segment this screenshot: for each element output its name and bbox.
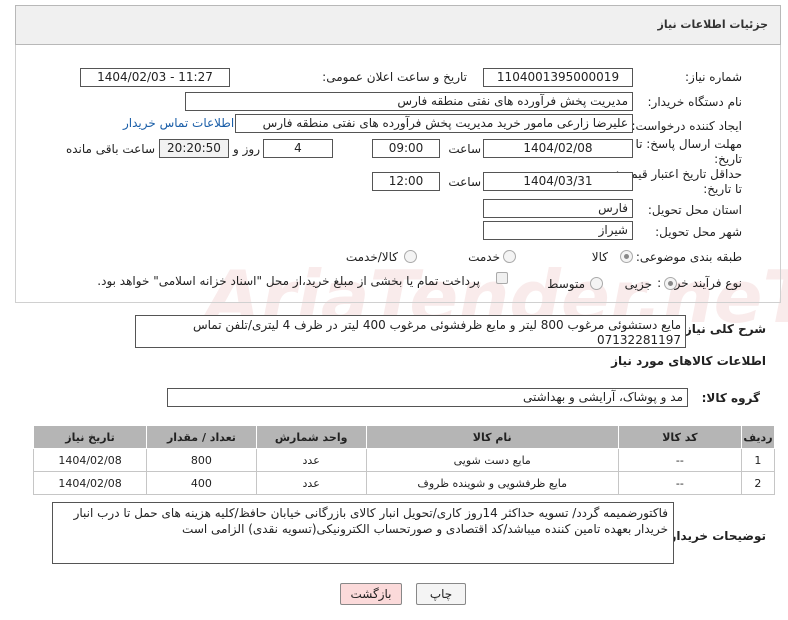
cell-qty: 400	[146, 471, 257, 495]
category-option-service: خدمت	[468, 250, 500, 264]
col-qty: تعداد / مقدار	[146, 425, 257, 449]
col-unit: واحد شمارش	[255, 425, 367, 449]
treasury-checkbox[interactable]	[496, 272, 508, 284]
days-label: روز و	[233, 142, 260, 156]
category-option-goods: کالا	[591, 250, 608, 264]
col-row: ردیف	[740, 425, 776, 449]
cell-date: 1404/02/08	[32, 471, 148, 495]
cell-code: --	[617, 448, 742, 472]
description-label: شرح کلی نیاز:	[680, 322, 766, 336]
category-radio-service[interactable]	[503, 250, 516, 263]
validity-time-field[interactable]: 12:00	[372, 172, 440, 191]
creator-field[interactable]: علیرضا زارعی مامور خرید مدیریت پخش فرآور…	[235, 114, 633, 133]
category-radio-goods-service[interactable]	[404, 250, 417, 263]
goods-group-field[interactable]: مد و پوشاک، آرایشی و بهداشتی	[167, 388, 688, 407]
goods-table: ردیف کد کالا نام کالا واحد شمارش تعداد /…	[32, 425, 776, 495]
cell-name: مایع دست شویی	[365, 448, 619, 472]
city-label: شهر محل تحویل:	[655, 225, 742, 239]
cell-code: --	[617, 471, 742, 495]
deadline-label: مهلت ارسال پاسخ: تا تاریخ:	[635, 137, 742, 166]
process-radio-minor[interactable]	[664, 277, 677, 290]
buyer-org-label: نام دستگاه خریدار:	[647, 95, 743, 109]
validity-time-label: ساعت	[448, 175, 481, 189]
col-date: تاریخ نیاز	[32, 425, 148, 449]
process-option-minor: جزیی	[624, 277, 652, 291]
buyer-notes-label: توضیحات خریدار:	[664, 529, 766, 543]
city-field[interactable]: شیراز	[483, 221, 633, 240]
buyer-org-field[interactable]: مدیریت پخش فرآورده های نفتی منطقه فارس	[185, 92, 633, 111]
process-option-medium: متوسط	[547, 277, 585, 291]
payment-note: پرداخت تمام یا بخشی از مبلغ خرید،از محل …	[97, 274, 480, 288]
col-name: نام کالا	[365, 425, 619, 449]
remaining-time-field[interactable]: 20:20:50	[159, 139, 229, 158]
need-number-field[interactable]: 1104001395000019	[483, 68, 633, 87]
table-row: 2 -- مایع ظرفشویی و شوینده ظروف عدد 400 …	[32, 471, 776, 495]
need-number-label: شماره نیاز:	[685, 70, 742, 84]
cell-row: 1	[740, 448, 776, 472]
announce-field[interactable]: 1404/02/03 - 11:27	[80, 68, 230, 87]
process-radio-medium[interactable]	[590, 277, 603, 290]
validity-date-field[interactable]: 1404/03/31	[483, 172, 633, 191]
province-label: استان محل تحویل:	[647, 203, 742, 217]
table-row: 1 -- مایع دست شویی عدد 800 1404/02/08	[32, 448, 776, 472]
cell-date: 1404/02/08	[32, 448, 148, 472]
deadline-time-field[interactable]: 09:00	[372, 139, 440, 158]
details-header: جزئیات اطلاعات نیاز	[15, 5, 781, 45]
creator-label: ایجاد کننده درخواست:	[631, 119, 742, 133]
category-label: طبقه بندی موضوعی:	[635, 250, 742, 264]
col-code: کد کالا	[617, 425, 742, 449]
announce-label: تاریخ و ساعت اعلان عمومی:	[322, 70, 467, 84]
print-button[interactable]: چاپ	[416, 583, 466, 605]
deadline-date-field[interactable]: 1404/02/08	[483, 139, 633, 158]
cell-row: 2	[740, 471, 776, 495]
cell-name: مایع ظرفشویی و شوینده ظروف	[365, 471, 619, 495]
description-textarea[interactable]: مایع دستشوئی مرغوب 800 لیتر و مایع ظرفشو…	[135, 315, 686, 348]
cell-unit: عدد	[255, 471, 367, 495]
goods-section-title: اطلاعات کالاهای مورد نیاز	[611, 354, 766, 368]
buyer-contact-link[interactable]: اطلاعات تماس خریدار	[123, 116, 234, 130]
goods-group-label: گروه کالا:	[701, 391, 760, 405]
days-field[interactable]: 4	[263, 139, 333, 158]
remaining-label: ساعت باقی مانده	[65, 142, 155, 156]
cell-qty: 800	[146, 448, 257, 472]
category-radio-goods[interactable]	[620, 250, 633, 263]
cell-unit: عدد	[255, 448, 367, 472]
province-field[interactable]: فارس	[483, 199, 633, 218]
buyer-notes-textarea[interactable]: فاکتورضمیمه گردد/ تسویه حداکثر 14روز کار…	[52, 502, 674, 564]
page-title: جزئیات اطلاعات نیاز	[657, 18, 769, 31]
deadline-time-label: ساعت	[448, 142, 481, 156]
category-option-goods-service: کالا/خدمت	[345, 250, 398, 264]
back-button[interactable]: بازگشت	[340, 583, 402, 605]
table-header-row: ردیف کد کالا نام کالا واحد شمارش تعداد /…	[32, 425, 776, 449]
